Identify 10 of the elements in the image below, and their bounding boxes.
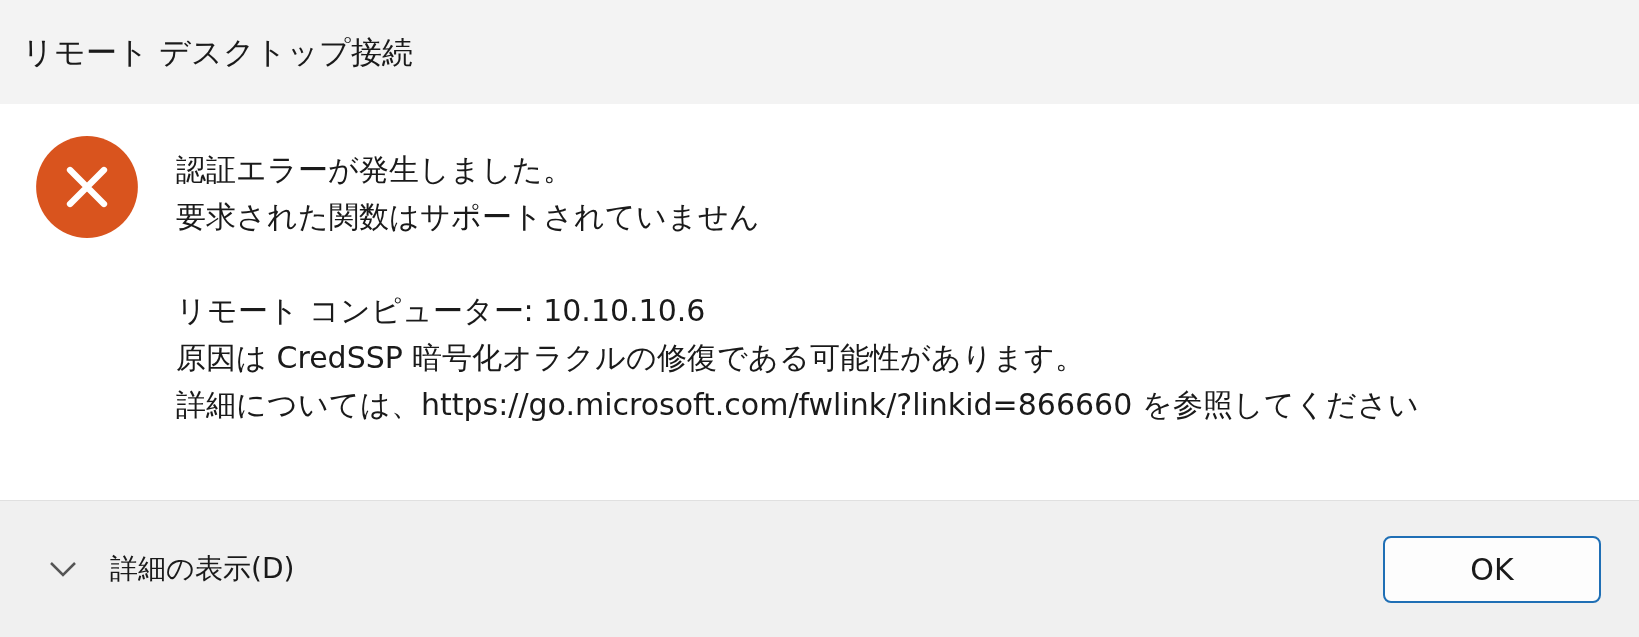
chevron-icon [48, 560, 78, 578]
window-title: リモート デスクトップ接続 [22, 32, 413, 72]
message-line: リモート コンピューター: 10.10.10.6 [176, 292, 707, 330]
ok-button[interactable]: OK [1383, 535, 1601, 603]
message-line: 認証エラーが発生しました。 [176, 151, 574, 189]
message-line: 原因は CredSSP 暗号化オラクルの修復である可能性があります。 [176, 339, 1087, 377]
message-line: 要求された関数はサポートされていません [176, 198, 761, 236]
error-icon [34, 134, 140, 240]
details-toggle[interactable]: 詳細の表示(D) [48, 548, 295, 590]
message-line: 詳細については、https://go.microsoft.com/fwlink/?linkid=866660 を参照してください [176, 386, 1419, 424]
